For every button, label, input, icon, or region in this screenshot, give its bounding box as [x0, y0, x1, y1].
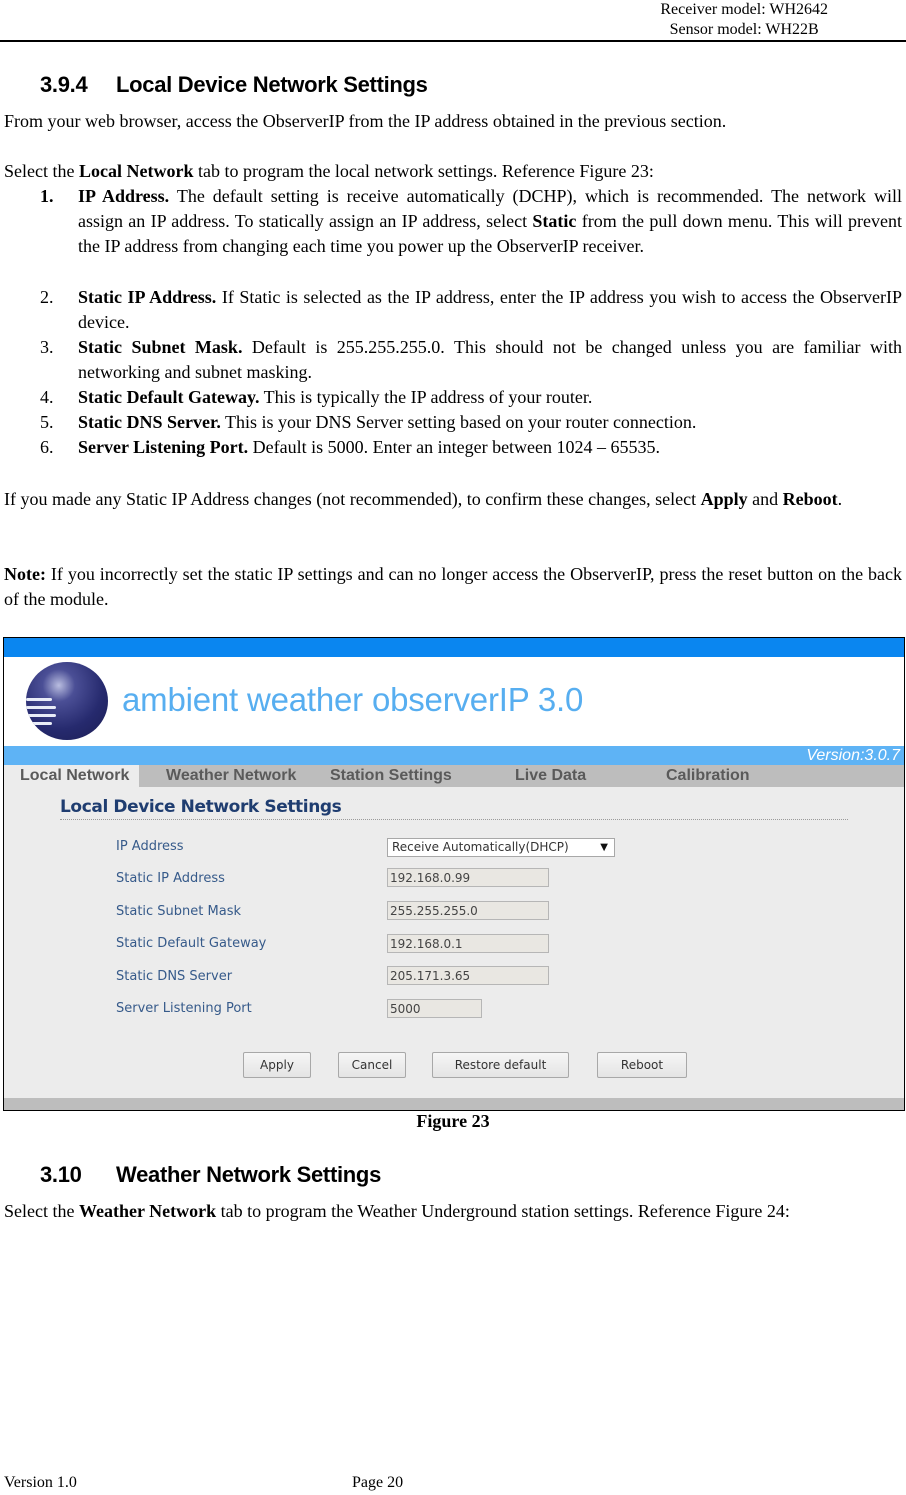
tab-local-network[interactable]: Local Network	[4, 765, 140, 789]
ambient-weather-logo-icon	[26, 662, 108, 740]
section-title: Weather Network Settings	[116, 1162, 382, 1187]
weather-network-paragraph: Select the Weather Network tab to progra…	[4, 1199, 902, 1224]
list-item: 3. Static Subnet Mask. Default is 255.25…	[40, 335, 902, 385]
text: If you made any Static IP Address change…	[4, 489, 701, 509]
section-heading-394: 3.9.4 Local Device Network Settings	[40, 72, 428, 98]
bottom-bar	[4, 1098, 904, 1110]
bold-text: Static DNS Server.	[78, 412, 221, 432]
footer-page-number: Page 20	[352, 1474, 404, 1491]
tab-weather-network[interactable]: Weather Network	[166, 765, 296, 787]
sensor-model: Sensor model: WH22B	[669, 21, 819, 38]
top-bar	[4, 638, 904, 657]
list-item: 4. Static Default Gateway. This is typic…	[40, 385, 902, 410]
version-label: Version:3.0.7	[806, 747, 900, 764]
list-number: 1.	[40, 186, 54, 206]
bold-text: IP Address.	[78, 186, 170, 206]
static-ip-input[interactable]: 192.168.0.99	[387, 868, 549, 887]
section-title: Local Device Network Settings	[116, 72, 428, 97]
listening-port-input[interactable]: 5000	[387, 999, 482, 1018]
reboot-button[interactable]: Reboot	[597, 1052, 687, 1078]
field-label: Static DNS Server	[116, 969, 233, 984]
header-rule	[0, 40, 906, 42]
ip-address-select[interactable]: Receive Automatically(DHCP) ▼	[387, 838, 615, 857]
receiver-model: Receiver model: WH2642	[660, 1, 828, 18]
field-label: IP Address	[116, 839, 184, 854]
page-header: Receiver model: WH2642 Sensor model: WH2…	[660, 0, 828, 40]
bold-text: Local Network	[78, 161, 194, 181]
bold-text: Note:	[4, 564, 46, 584]
list-item: 2. Static IP Address. If Static is selec…	[40, 285, 902, 335]
figure-23-screenshot: ambient weather observerIP 3.0 Version:3…	[3, 637, 905, 1111]
brand-banner: ambient weather observerIP 3.0	[4, 657, 904, 746]
intro-paragraph: From your web browser, access the Observ…	[4, 111, 727, 131]
field-label: Static Default Gateway	[116, 936, 267, 951]
text: and	[747, 489, 783, 509]
section-heading-310: 3.10 Weather Network Settings	[40, 1162, 381, 1188]
tab-live-data[interactable]: Live Data	[515, 765, 586, 787]
settings-section-title: Local Device Network Settings	[60, 797, 342, 817]
text: Select the	[4, 1201, 79, 1221]
subnet-mask-input[interactable]: 255.255.255.0	[387, 901, 549, 920]
dns-server-input[interactable]: 205.171.3.65	[387, 966, 549, 985]
tab-station-settings[interactable]: Station Settings	[330, 765, 452, 787]
bold-text: Static IP Address.	[78, 287, 217, 307]
tab-bar: Local Network Weather Network Station Se…	[4, 765, 904, 789]
text: Select the	[4, 161, 79, 181]
list-number: 4.	[40, 387, 54, 407]
text: .	[837, 489, 843, 509]
bold-text: Reboot	[782, 489, 838, 509]
section-divider	[60, 819, 848, 820]
text: tab to program the local network setting…	[193, 161, 654, 181]
cancel-button[interactable]: Cancel	[338, 1052, 406, 1078]
list-item: 6. Server Listening Port. Default is 500…	[40, 435, 902, 460]
section-number: 3.9.4	[40, 72, 88, 97]
text: Default is 5000. Enter an integer betwee…	[248, 437, 661, 457]
section-number: 3.10	[40, 1162, 82, 1187]
list-number: 3.	[40, 337, 54, 357]
bold-text: Apply	[700, 489, 748, 509]
text: This is typically the IP address of your…	[259, 387, 593, 407]
note-paragraph: Note: If you incorrectly set the static …	[4, 562, 902, 612]
text: If you incorrectly set the static IP set…	[4, 564, 902, 609]
version-bar: Version:3.0.7	[4, 746, 904, 765]
field-label: Server Listening Port	[116, 1001, 252, 1016]
bold-text: Static Subnet Mask.	[78, 337, 243, 357]
list-item: 1. IP Address. The default setting is re…	[40, 184, 902, 259]
select-value: Receive Automatically(DHCP)	[392, 840, 569, 854]
text: This is your DNS Server setting based on…	[220, 412, 697, 432]
list-number: 2.	[40, 287, 54, 307]
restore-default-button[interactable]: Restore default	[432, 1052, 569, 1078]
brand-title: ambient weather observerIP 3.0	[122, 681, 584, 718]
field-label: Static IP Address	[116, 871, 225, 886]
bold-text: Static Default Gateway.	[78, 387, 260, 407]
field-label: Static Subnet Mask	[116, 904, 241, 919]
apply-button[interactable]: Apply	[243, 1052, 311, 1078]
footer-version: Version 1.0	[4, 1474, 77, 1491]
text: tab to program the Weather Underground s…	[216, 1201, 790, 1221]
select-paragraph: Select the Local Network tab to program …	[4, 159, 902, 184]
bold-text: Static	[532, 211, 577, 231]
dropdown-arrow-icon: ▼	[600, 842, 608, 853]
list-number: 5.	[40, 412, 54, 432]
tab-calibration[interactable]: Calibration	[666, 765, 750, 787]
default-gateway-input[interactable]: 192.168.0.1	[387, 934, 549, 953]
bold-text: Server Listening Port.	[78, 437, 249, 457]
confirm-paragraph: If you made any Static IP Address change…	[4, 487, 902, 512]
bold-text: Weather Network	[78, 1201, 217, 1221]
list-number: 6.	[40, 437, 54, 457]
list-item: 5. Static DNS Server. This is your DNS S…	[40, 410, 902, 435]
figure-caption: Figure 23	[416, 1111, 490, 1131]
